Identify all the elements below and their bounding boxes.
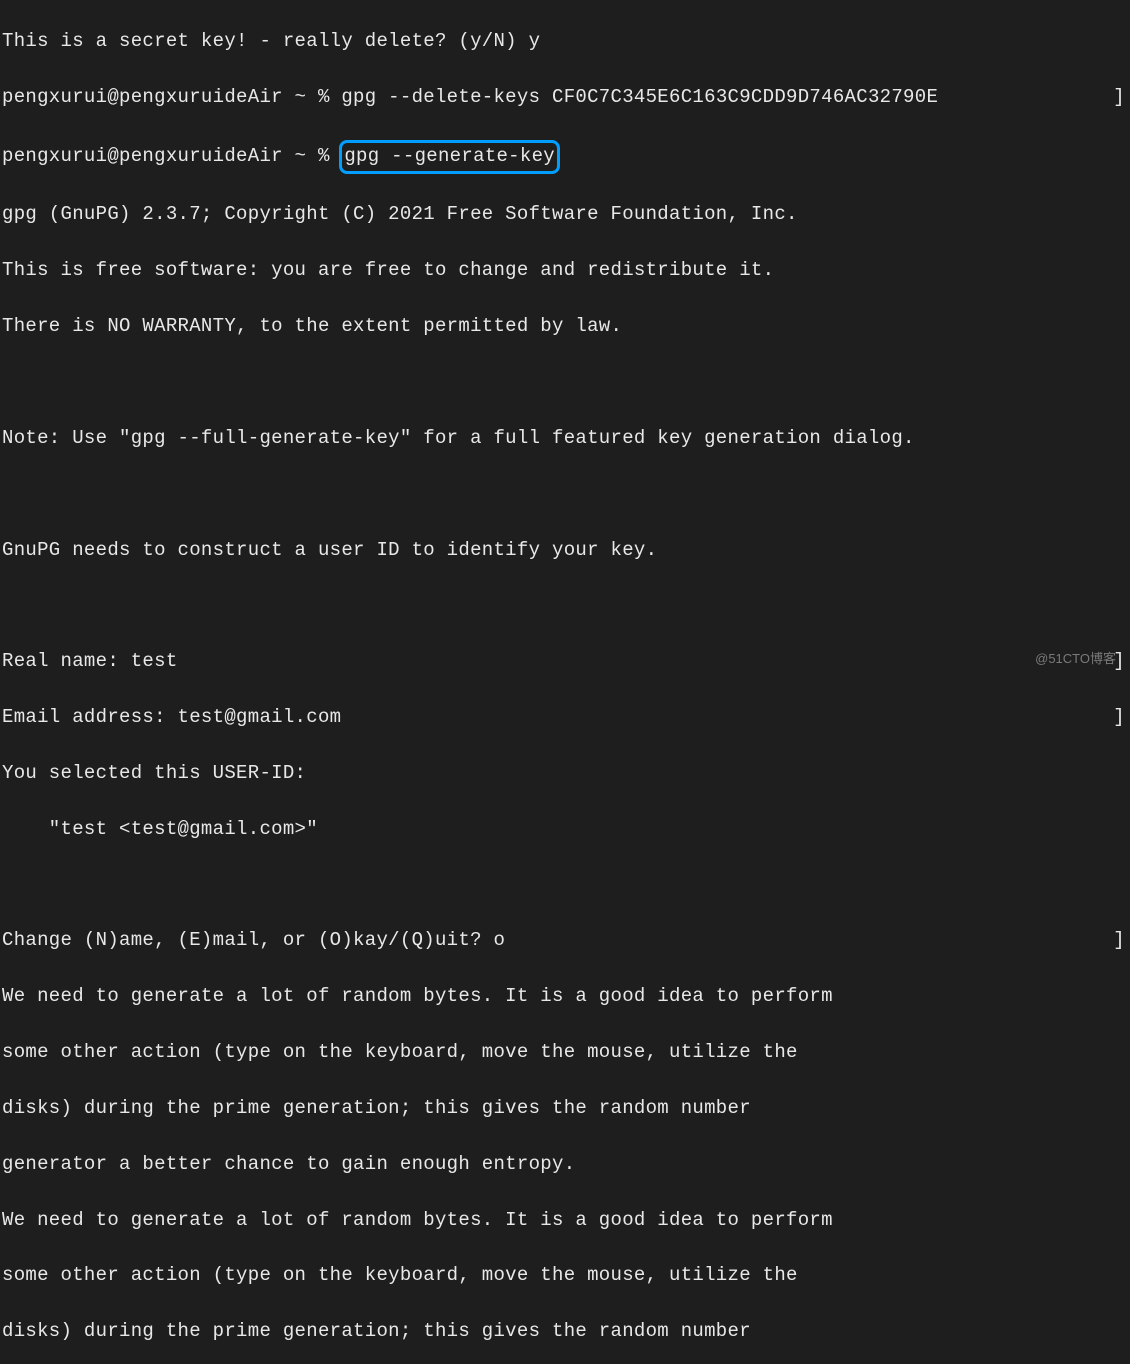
output-line [2, 872, 1128, 900]
output-line: Change (N)ame, (E)mail, or (O)kay/(Q)uit… [2, 927, 1128, 955]
prompt-line: pengxurui@pengxuruideAir ~ % gpg --delet… [2, 84, 1128, 112]
output-line: There is NO WARRANTY, to the extent perm… [2, 313, 1128, 341]
output-line: disks) during the prime generation; this… [2, 1095, 1128, 1123]
output-line: Email address: test@gmail.com] [2, 704, 1128, 732]
watermark-text: @51CTO博客 [1035, 649, 1116, 668]
output-line: gpg (GnuPG) 2.3.7; Copyright (C) 2021 Fr… [2, 201, 1128, 229]
prompt-prefix: pengxurui@pengxuruideAir ~ % [2, 145, 341, 167]
output-line: We need to generate a lot of random byte… [2, 1207, 1128, 1235]
output-line [2, 481, 1128, 509]
output-line: You selected this USER-ID: [2, 760, 1128, 788]
line-end-bracket: ] [1113, 84, 1125, 112]
prompt-line: pengxurui@pengxuruideAir ~ % gpg --gener… [2, 140, 1128, 174]
output-line: This is free software: you are free to c… [2, 257, 1128, 285]
output-line: GnuPG needs to construct a user ID to id… [2, 537, 1128, 565]
highlighted-command: gpg --generate-key [339, 140, 560, 174]
output-line [2, 369, 1128, 397]
output-line: Real name: test] [2, 648, 1128, 676]
output-line: This is a secret key! - really delete? (… [2, 28, 1128, 56]
output-line: disks) during the prime generation; this… [2, 1318, 1128, 1346]
terminal-output[interactable]: This is a secret key! - really delete? (… [0, 0, 1130, 1364]
line-end-bracket: ] [1113, 704, 1125, 732]
output-line [2, 592, 1128, 620]
output-line: Note: Use "gpg --full-generate-key" for … [2, 425, 1128, 453]
prompt-prefix: pengxurui@pengxuruideAir ~ % [2, 86, 341, 108]
command-text: gpg --delete-keys CF0C7C345E6C163C9CDD9D… [341, 86, 938, 108]
line-end-bracket: ] [1113, 927, 1125, 955]
output-line: some other action (type on the keyboard,… [2, 1262, 1128, 1290]
output-line: "test <test@gmail.com>" [2, 816, 1128, 844]
output-line: some other action (type on the keyboard,… [2, 1039, 1128, 1067]
output-line: We need to generate a lot of random byte… [2, 983, 1128, 1011]
output-line: generator a better chance to gain enough… [2, 1151, 1128, 1179]
